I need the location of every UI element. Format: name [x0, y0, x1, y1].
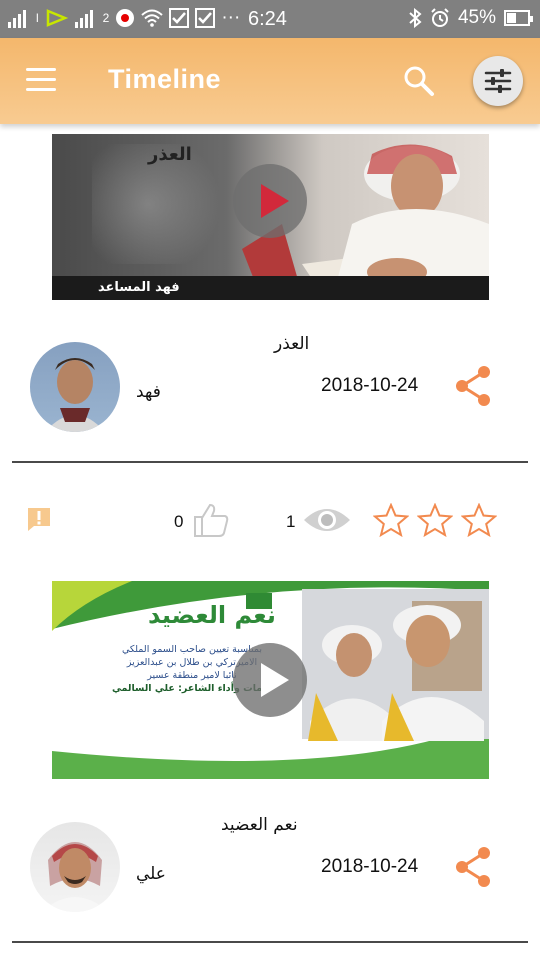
post-author[interactable]: علي	[136, 864, 166, 884]
thumbs-up-icon[interactable]	[192, 502, 230, 542]
star-outline-icon[interactable]	[372, 502, 410, 541]
page-title: Timeline	[108, 64, 222, 94]
divider	[12, 941, 528, 943]
thumbnail-title: نعم العضيد	[148, 601, 276, 629]
thumbnail-caption: فهد المساعد	[98, 280, 180, 295]
post-date: 2018-10-24	[321, 375, 419, 396]
star-outline-icon[interactable]	[416, 502, 454, 541]
thumbnail-title: العذر	[148, 144, 192, 165]
wifi-icon	[141, 9, 164, 27]
signal-strength-icon	[8, 8, 30, 28]
avatar[interactable]	[30, 822, 120, 912]
share-icon[interactable]	[454, 845, 494, 889]
rating-stars[interactable]	[372, 502, 498, 541]
hamburger-menu-icon[interactable]	[26, 68, 56, 92]
vodafone-logo-icon	[116, 9, 135, 27]
star-outline-icon[interactable]	[460, 502, 498, 541]
app-bar: Timeline	[0, 38, 540, 124]
sim1-label: l	[36, 11, 39, 25]
signal-strength-2-icon	[74, 8, 97, 28]
status-right-icons: 45%	[408, 7, 533, 29]
play-button[interactable]	[233, 164, 307, 238]
carrier-logo-icon	[46, 9, 68, 27]
search-icon[interactable]	[402, 64, 436, 98]
video-thumbnail[interactable]: نعم العضيد بمناسبة تعيين صاحب السمو المل…	[52, 581, 489, 779]
alarm-icon	[431, 8, 449, 27]
views-count: 1	[286, 512, 296, 531]
avatar[interactable]	[30, 342, 120, 432]
share-icon[interactable]	[454, 364, 494, 408]
likes-count: 0	[174, 512, 184, 531]
divider	[12, 461, 528, 463]
bluetooth-icon	[409, 8, 422, 28]
report-flag-icon[interactable]	[26, 506, 52, 536]
post-title: العذر	[274, 334, 310, 354]
status-bar: l 2 ··· 6:24 45%	[0, 0, 540, 38]
battery-icon	[504, 10, 533, 26]
post-author[interactable]: فهد	[136, 382, 161, 402]
play-button[interactable]	[233, 643, 307, 717]
status-left-icons: l 2 ···	[8, 7, 240, 29]
post-date: 2018-10-24	[321, 856, 419, 877]
notification-check-icon	[169, 8, 190, 28]
filter-sliders-icon[interactable]	[473, 56, 523, 106]
eye-icon	[302, 504, 352, 540]
status-time: 6:24	[248, 8, 287, 30]
post-title: نعم العضيد	[221, 815, 298, 835]
video-thumbnail[interactable]: العذر فهد المساعد	[52, 134, 489, 300]
more-notifications-icon: ···	[221, 7, 241, 28]
notification-check-2-icon	[195, 8, 216, 28]
battery-percent: 45%	[457, 7, 496, 28]
sim2-label: 2	[102, 11, 110, 25]
